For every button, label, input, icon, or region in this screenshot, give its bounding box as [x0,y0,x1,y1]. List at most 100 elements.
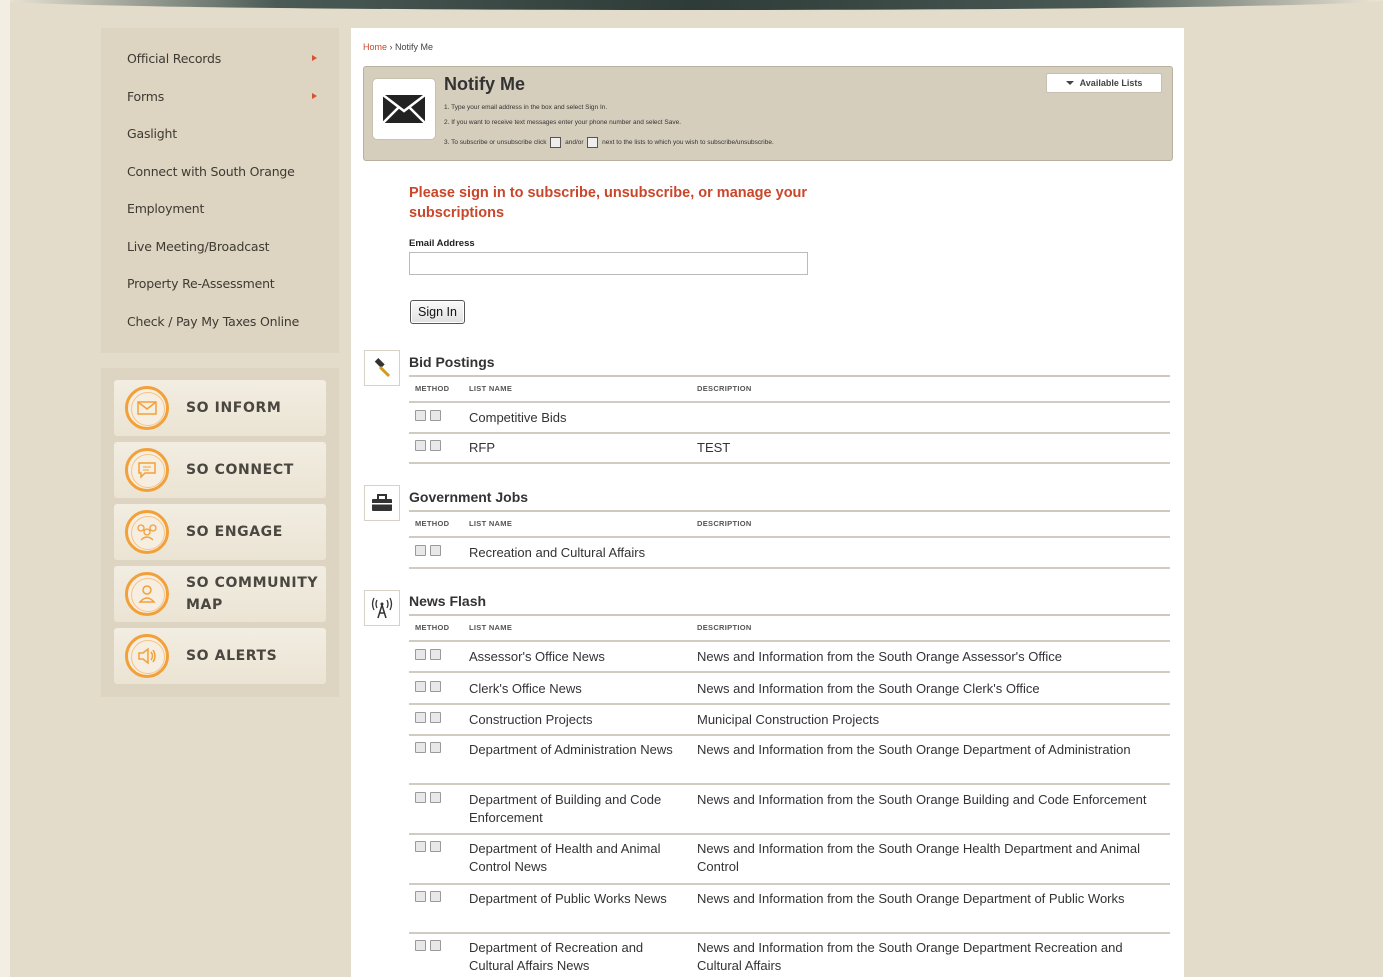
list-name: Department of Building and Code Enforcem… [469,792,662,825]
sidebar-item-label: Live Meeting/Broadcast [127,239,270,254]
email-subscribe-icon[interactable] [415,712,426,723]
subscribe-methods [415,891,445,903]
breadcrumb: Home › Notify Me [363,42,433,52]
instruction-step-3: 3. To subscribe or unsubscribe click and… [444,137,774,148]
so-button-label: SO CONNECT [186,462,294,478]
row-divider [409,536,1170,538]
so-community-map-button[interactable]: SO COMMUNITY MAP [114,566,326,622]
sidebar-item-employment[interactable]: Employment [127,201,327,223]
sidebar-item-label: Forms [127,89,165,104]
so-inform-button[interactable]: SO INFORM [114,380,326,436]
email-subscribe-icon[interactable] [415,792,426,803]
list-name: Department of Administration News [469,742,673,757]
row-divider [409,783,1170,785]
email-subscribe-icon[interactable] [415,891,426,902]
subscribe-methods [415,681,445,693]
section-title-bid-postings: Bid Postings [409,354,495,370]
column-header-list-name: LIST NAME [469,384,513,393]
list-description: News and Information from the South Oran… [697,841,1140,874]
row-divider [409,432,1170,434]
so-engage-button[interactable]: SO ENGAGE [114,504,326,560]
speaker-icon [125,634,169,678]
so-alerts-button[interactable]: SO ALERTS [114,628,326,684]
sms-subscribe-icon[interactable] [430,891,441,902]
email-subscribe-icon[interactable] [415,649,426,660]
page-title: Notify Me [444,74,525,94]
email-subscribe-icon[interactable] [415,742,426,753]
subscribe-methods [415,410,445,422]
so-button-label: SO COMMUNITY MAP [186,575,319,613]
email-subscribe-icon[interactable] [415,841,426,852]
sms-subscribe-icon[interactable] [430,940,441,951]
sms-subscribe-icon[interactable] [430,410,441,421]
list-description: News and Information from the South Oran… [697,742,1131,757]
list-description: TEST [697,440,731,455]
column-header-method: METHOD [415,623,450,632]
email-subscribe-icon[interactable] [415,440,426,451]
list-name: RFP [469,440,495,455]
subscribe-methods [415,841,445,853]
list-description: News and Information from the South Oran… [697,792,1147,807]
row-divider [409,734,1170,736]
row-divider [409,567,1170,569]
instruction-step-2: 2. If you want to receive text messages … [444,119,682,126]
list-name: Assessor's Office News [469,649,605,664]
email-subscribe-icon[interactable] [415,410,426,421]
sidebar-item-pay-taxes[interactable]: Check / Pay My Taxes Online [127,314,327,336]
row-divider [409,640,1170,642]
subscribe-methods [415,792,445,804]
available-lists-button[interactable]: Available Lists [1046,73,1162,93]
section-title-news-flash: News Flash [409,593,487,609]
subscribe-methods [415,712,445,724]
row-divider [409,703,1170,705]
sidebar-item-gaslight[interactable]: Gaslight [127,126,327,148]
section-divider [409,375,1170,377]
email-field[interactable] [409,252,808,275]
sidebar-item-label: Employment [127,201,205,216]
email-subscribe-icon[interactable] [415,545,426,556]
sms-subscribe-icon[interactable] [430,649,441,660]
sms-subscribe-icon[interactable] [430,841,441,852]
so-button-label: SO ENGAGE [186,524,283,540]
so-buttons-panel: SO INFORM SO CONNECT SO ENGAGE SO COMMUN… [101,368,339,697]
sms-subscribe-icon[interactable] [430,681,441,692]
submenu-arrow-icon [312,55,317,61]
subscribe-methods [415,545,445,557]
sidebar-item-official-records[interactable]: Official Records [127,51,327,73]
column-header-description: DESCRIPTION [697,519,752,528]
list-description: News and Information from the South Oran… [697,940,1123,973]
subscribe-methods [415,742,445,754]
list-name: Competitive Bids [469,410,567,425]
so-connect-button[interactable]: SO CONNECT [114,442,326,498]
sms-subscribe-icon[interactable] [430,440,441,451]
sms-subscribe-icon[interactable] [430,792,441,803]
email-subscribe-icon[interactable] [415,940,426,951]
email-subscribe-icon[interactable] [415,681,426,692]
list-description: Municipal Construction Projects [697,712,880,727]
section-divider [409,510,1170,512]
so-button-label: SO ALERTS [186,648,278,664]
subscribe-methods [415,440,445,452]
sign-in-message: Please sign in to subscribe, unsubscribe… [409,185,808,221]
instruction-step-1: 1. Type your email address in the box an… [444,104,608,111]
row-divider [409,671,1170,673]
instruction-step-3-text: next to the lists to which you wish to s… [602,139,774,147]
list-name: Department of Recreation and Cultural Af… [469,940,644,973]
sidebar-item-connect[interactable]: Connect with South Orange [127,164,327,186]
sidebar-item-property-reassessment[interactable]: Property Re-Assessment [127,276,327,298]
sidebar-item-label: Gaslight [127,126,177,141]
sidebar-item-forms[interactable]: Forms [127,89,327,111]
sign-in-button[interactable]: Sign In [410,300,465,324]
list-name: Clerk's Office News [469,681,582,696]
row-divider [409,883,1170,885]
sidebar-item-label: Check / Pay My Taxes Online [127,314,300,329]
top-decorative-band [0,0,1383,10]
sms-subscribe-icon[interactable] [430,545,441,556]
column-header-list-name: LIST NAME [469,623,513,632]
breadcrumb-home-link[interactable]: Home [363,42,387,52]
sms-subscribe-icon[interactable] [430,712,441,723]
sidebar-item-live-meeting[interactable]: Live Meeting/Broadcast [127,239,327,261]
broadcast-tower-icon [364,590,400,626]
sms-subscribe-icon[interactable] [430,742,441,753]
list-description: News and Information from the South Oran… [697,681,1040,696]
